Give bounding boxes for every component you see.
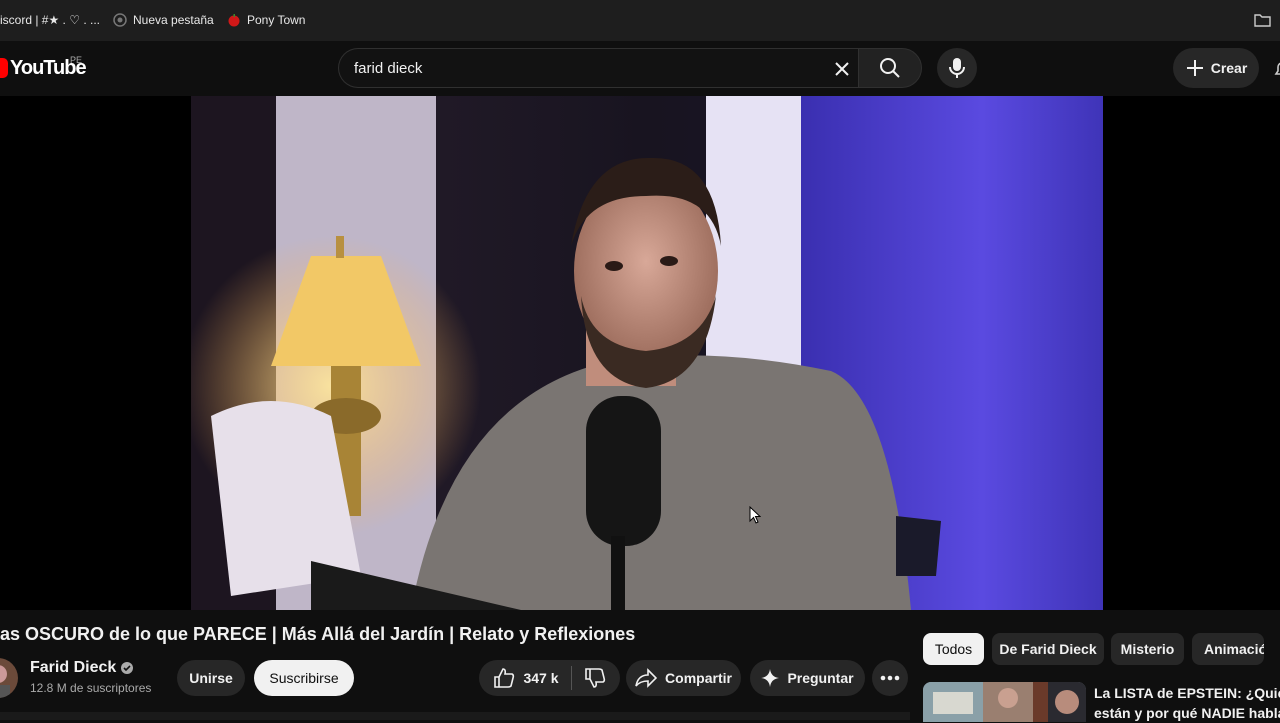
thumbs-up-icon <box>494 668 515 688</box>
like-button[interactable]: 347 k <box>493 667 570 689</box>
bookmark-pony-town[interactable]: Pony Town <box>227 13 305 27</box>
video-title: as OSCURO de lo que PARECE | Más Allá de… <box>0 624 636 644</box>
join-button[interactable]: Unirse <box>177 660 245 696</box>
create-button[interactable]: Crear <box>1173 48 1259 88</box>
close-icon <box>835 62 849 76</box>
globe-icon <box>113 13 127 27</box>
recommendation-title-line: La LISTA de EPSTEIN: ¿Quién <box>1094 685 1280 701</box>
bookmark-label: iscord | #★ . ♡ . ... <box>0 13 100 27</box>
video-still-image <box>191 96 1103 610</box>
folder-icon[interactable] <box>1254 13 1271 27</box>
dislike-button[interactable] <box>572 667 606 689</box>
search-icon <box>880 58 900 78</box>
ask-label: Preguntar <box>787 670 854 686</box>
chip-label: Misterio <box>1120 641 1175 657</box>
notifications-icon[interactable] <box>1272 59 1280 79</box>
bookmark-label: Nueva pestaña <box>133 13 214 27</box>
join-label: Unirse <box>189 670 233 686</box>
bookmark-new-tab[interactable]: Nueva pestaña <box>113 13 214 27</box>
channel-avatar[interactable] <box>0 658 18 698</box>
microphone-icon <box>949 58 965 78</box>
mouse-cursor-icon <box>749 506 761 524</box>
like-count: 347 k <box>523 670 559 686</box>
recommendation-title-line: están y por qué NADIE habla d <box>1094 705 1280 721</box>
top-header: YouTube PE farid dieck Crear <box>0 41 1280 96</box>
subscribe-label: Suscribirse <box>269 670 339 686</box>
description-box-edge <box>0 712 910 720</box>
verified-icon <box>121 662 134 674</box>
logo-play-icon <box>0 58 8 78</box>
video-player[interactable] <box>0 96 1280 610</box>
chip-animacion[interactable]: Animació <box>1192 633 1264 665</box>
search-value: farid dieck <box>354 60 423 77</box>
channel-name-label: Farid Dieck <box>30 659 117 676</box>
voice-search-button[interactable] <box>937 48 977 88</box>
plus-icon <box>1186 60 1203 76</box>
video-frame <box>191 96 1103 610</box>
create-label: Crear <box>1210 60 1248 76</box>
subscribe-button[interactable]: Suscribirse <box>254 660 354 696</box>
chip-de-farid-dieck[interactable]: De Farid Dieck <box>992 633 1104 665</box>
chip-misterio[interactable]: Misterio <box>1111 633 1184 665</box>
chip-label: De Farid Dieck <box>999 641 1097 657</box>
search-input[interactable]: farid dieck <box>338 48 858 88</box>
search-button[interactable] <box>858 48 922 88</box>
channel-name[interactable]: Farid Dieck <box>30 659 134 677</box>
apple-icon <box>228 14 240 27</box>
share-label: Compartir <box>665 670 732 686</box>
clear-search-button[interactable] <box>828 55 856 83</box>
bookmark-discord[interactable]: iscord | #★ . ♡ . ... <box>0 13 100 27</box>
sparkle-icon <box>761 669 780 687</box>
bookmark-label: Pony Town <box>247 13 306 27</box>
more-horizontal-icon <box>880 675 900 681</box>
ask-button[interactable]: Preguntar <box>750 660 865 696</box>
more-actions-button[interactable] <box>872 660 908 696</box>
bookmarks-bar: iscord | #★ . ♡ . ... Nueva pestaña Pony… <box>0 0 1280 42</box>
share-icon <box>635 668 658 688</box>
chip-label: Animació <box>1204 641 1264 657</box>
share-button[interactable]: Compartir <box>626 660 741 696</box>
recommendation-title[interactable]: La LISTA de EPSTEIN: ¿Quién están y por … <box>1094 683 1280 723</box>
subscriber-count: 12.8 M de suscriptores <box>30 681 152 695</box>
thumbs-down-icon <box>584 668 605 688</box>
chip-todos[interactable]: Todos <box>923 633 984 665</box>
recommendation-thumbnail[interactable] <box>923 682 1086 722</box>
country-code: PE <box>70 55 83 65</box>
recommendation-thumbnail-image <box>923 682 1086 722</box>
like-dislike-group: 347 k <box>479 660 620 696</box>
chip-label: Todos <box>934 641 973 657</box>
